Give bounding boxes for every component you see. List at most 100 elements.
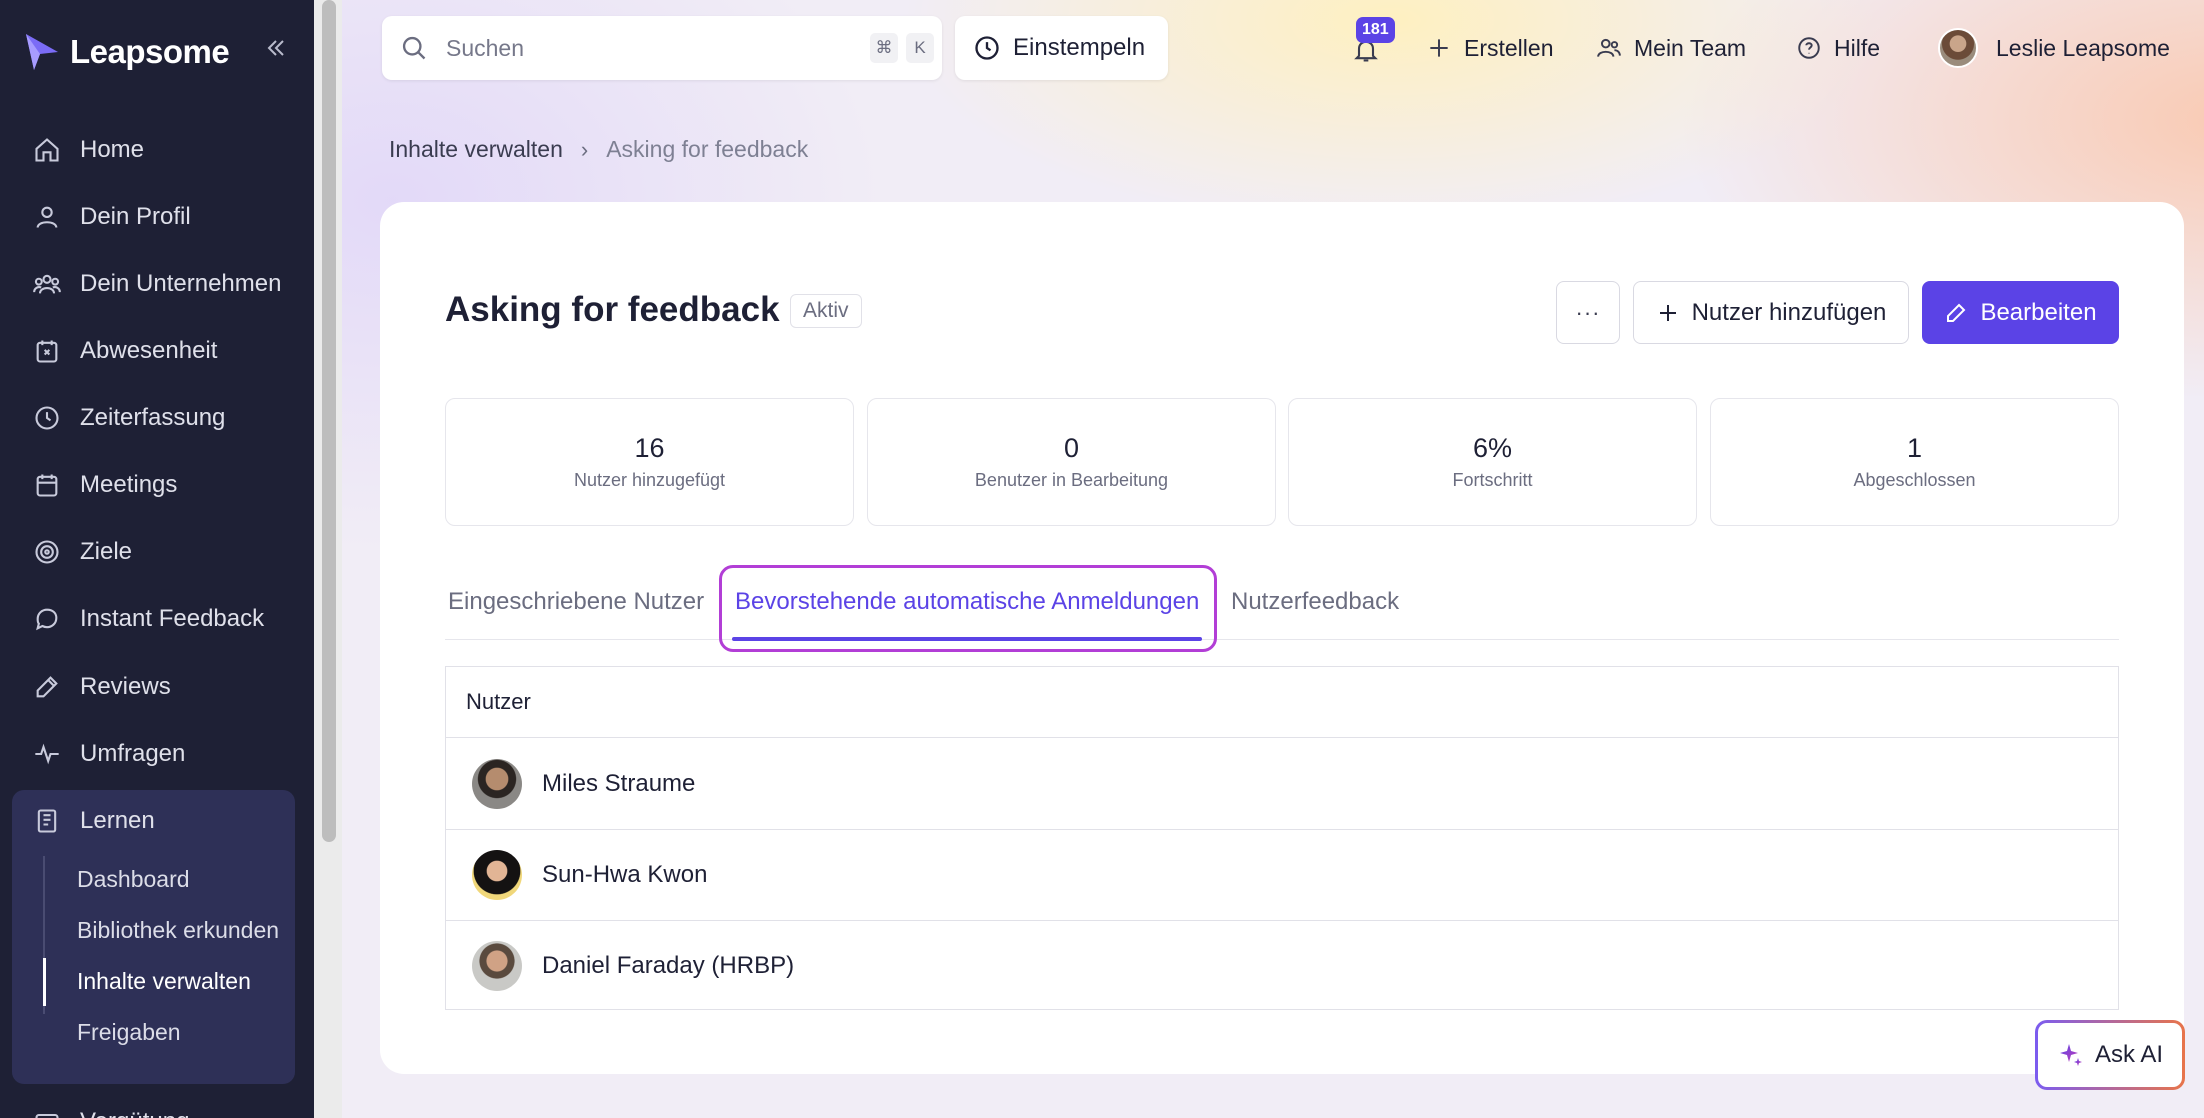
sidebar-item-goals[interactable]: Ziele <box>32 530 132 574</box>
ask-ai-button[interactable]: Ask AI <box>2035 1020 2185 1090</box>
create-button[interactable]: Erstellen <box>1426 22 1553 74</box>
stat-users-added: 16 Nutzer hinzugefügt <box>445 398 854 526</box>
tab-enrolled-users[interactable]: Eingeschriebene Nutzer <box>448 580 704 624</box>
help-button[interactable]: Hilfe <box>1796 22 1880 74</box>
sidebar-item-label: Reviews <box>80 673 171 700</box>
sidebar-item-absence[interactable]: Abwesenheit <box>32 329 217 373</box>
plus-icon <box>1659 304 1676 321</box>
edit-label: Bearbeiten <box>1980 298 2097 326</box>
clock-in-button[interactable]: Einstempeln <box>955 16 1168 80</box>
more-options-button[interactable]: ··· <box>1556 281 1620 344</box>
breadcrumb-current: Asking for feedback <box>606 136 809 162</box>
sidebar-subitem-library[interactable]: Bibliothek erkunden <box>77 910 279 950</box>
add-users-button[interactable]: Nutzer hinzufügen <box>1633 281 1909 344</box>
submenu-active-indicator <box>43 958 46 1006</box>
sidebar-item-profile[interactable]: Dein Profil <box>32 195 191 239</box>
shortcut-key-cmd: ⌘ <box>870 33 898 63</box>
active-tab-underline <box>732 637 1202 641</box>
stat-progress: 6% Fortschritt <box>1288 398 1697 526</box>
chat-icon <box>32 604 62 634</box>
calendar-icon <box>32 470 62 500</box>
clock-icon <box>32 403 62 433</box>
notification-count-badge: 181 <box>1356 17 1395 43</box>
user-name-cell: Daniel Faraday (HRBP) <box>542 951 795 979</box>
sidebar-item-home[interactable]: Home <box>32 128 144 172</box>
pen-icon <box>32 672 62 702</box>
table-row[interactable]: Miles Straume <box>446 739 2118 830</box>
double-chevron-left-icon <box>267 40 284 56</box>
sparkle-icon <box>2059 1044 2082 1066</box>
sidebar-item-label: Home <box>80 136 145 163</box>
sidebar-item-surveys[interactable]: Umfragen <box>32 732 185 776</box>
sidebar-item-label: Vergütung <box>80 1108 189 1118</box>
status-badge: Aktiv <box>790 294 862 328</box>
sidebar-item-label: Lernen <box>80 807 155 834</box>
help-label: Hilfe <box>1834 34 1881 61</box>
avatar <box>472 940 522 991</box>
add-users-label: Nutzer hinzufügen <box>1691 298 1887 326</box>
ask-ai-label: Ask AI <box>2094 1041 2164 1068</box>
page-title: Asking for feedback <box>445 290 780 329</box>
user-icon <box>32 202 62 232</box>
edit-button[interactable]: Bearbeiten <box>1922 281 2119 344</box>
breadcrumb: Inhalte verwalten › Asking for feedback <box>389 136 808 163</box>
table-row[interactable]: Sun-Hwa Kwon <box>446 830 2118 921</box>
stat-value: 1 <box>1906 433 1923 463</box>
wallet-icon <box>32 1107 62 1118</box>
clock-icon <box>975 36 999 60</box>
stat-label: Abgeschlossen <box>1853 470 1976 490</box>
calendar-x-icon <box>32 336 62 366</box>
search-icon <box>402 36 426 60</box>
sidebar-subitem-dashboard[interactable]: Dashboard <box>77 859 190 899</box>
users-icon <box>32 269 62 299</box>
stat-value: 6% <box>1472 433 1513 463</box>
avatar <box>1938 28 1978 68</box>
my-team-label: Mein Team <box>1634 34 1747 61</box>
ask-ai-inner: Ask AI <box>2038 1023 2182 1087</box>
table-header-users: Nutzer <box>446 667 2118 738</box>
sidebar-item-company[interactable]: Dein Unternehmen <box>32 262 281 306</box>
user-name-cell: Sun-Hwa Kwon <box>542 861 708 888</box>
sidebar-item-label: Abwesenheit <box>80 337 218 364</box>
sidebar: Leapsome Home Dein Profil Dein Unternehm… <box>0 0 314 1118</box>
plus-icon <box>1430 39 1448 57</box>
stat-value: 16 <box>634 433 665 463</box>
sidebar-item-reviews[interactable]: Reviews <box>32 665 171 709</box>
tab-user-feedback[interactable]: Nutzerfeedback <box>1231 580 1399 624</box>
search-input[interactable]: Suchen ⌘ K <box>382 16 942 80</box>
sidebar-item-meetings[interactable]: Meetings <box>32 463 177 507</box>
stat-users-in-progress: 0 Benutzer in Bearbeitung <box>867 398 1276 526</box>
leapsome-logo[interactable]: Leapsome <box>24 28 230 76</box>
create-label: Erstellen <box>1464 34 1554 61</box>
target-icon <box>32 537 62 567</box>
avatar <box>472 759 522 809</box>
sidebar-item-learning[interactable]: Lernen <box>32 799 155 843</box>
sidebar-item-label: Zeiterfassung <box>80 404 226 431</box>
avatar <box>472 850 522 900</box>
user-menu[interactable]: Leslie Leapsome <box>1938 22 2170 74</box>
sidebar-item-label: Dein Unternehmen <box>80 270 282 297</box>
help-icon <box>1798 37 1820 59</box>
pencil-icon <box>1947 303 1966 322</box>
clock-in-label: Einstempeln <box>1013 34 1146 61</box>
stat-completed: 1 Abgeschlossen <box>1710 398 2119 526</box>
stat-label: Fortschritt <box>1452 470 1533 490</box>
sidebar-item-time-tracking[interactable]: Zeiterfassung <box>32 396 225 440</box>
sidebar-item-label: Meetings <box>80 471 178 498</box>
brand-name: Leapsome <box>70 33 230 70</box>
team-icon <box>1597 38 1621 57</box>
sidebar-item-instant-feedback[interactable]: Instant Feedback <box>32 597 264 641</box>
sidebar-subitem-manage-content[interactable]: Inhalte verwalten <box>77 961 251 1001</box>
breadcrumb-parent-link[interactable]: Inhalte verwalten <box>389 136 563 163</box>
sidebar-scrollbar-thumb[interactable] <box>322 0 336 842</box>
collapse-sidebar-button[interactable] <box>258 30 294 66</box>
tab-upcoming-auto-enrollments[interactable]: Bevorstehende automatische Anmeldungen <box>735 580 1199 624</box>
stat-label: Benutzer in Bearbeitung <box>974 470 1169 490</box>
my-team-button[interactable]: Mein Team <box>1596 22 1746 74</box>
sidebar-subitem-approvals[interactable]: Freigaben <box>77 1012 181 1052</box>
sidebar-item-label: Umfragen <box>80 740 186 767</box>
sidebar-item-compensation[interactable]: Vergütung <box>32 1100 189 1118</box>
sidebar-item-label: Instant Feedback <box>80 605 265 632</box>
tabs-divider <box>445 639 2119 640</box>
table-row[interactable]: Daniel Faraday (HRBP) <box>446 920 2118 1011</box>
